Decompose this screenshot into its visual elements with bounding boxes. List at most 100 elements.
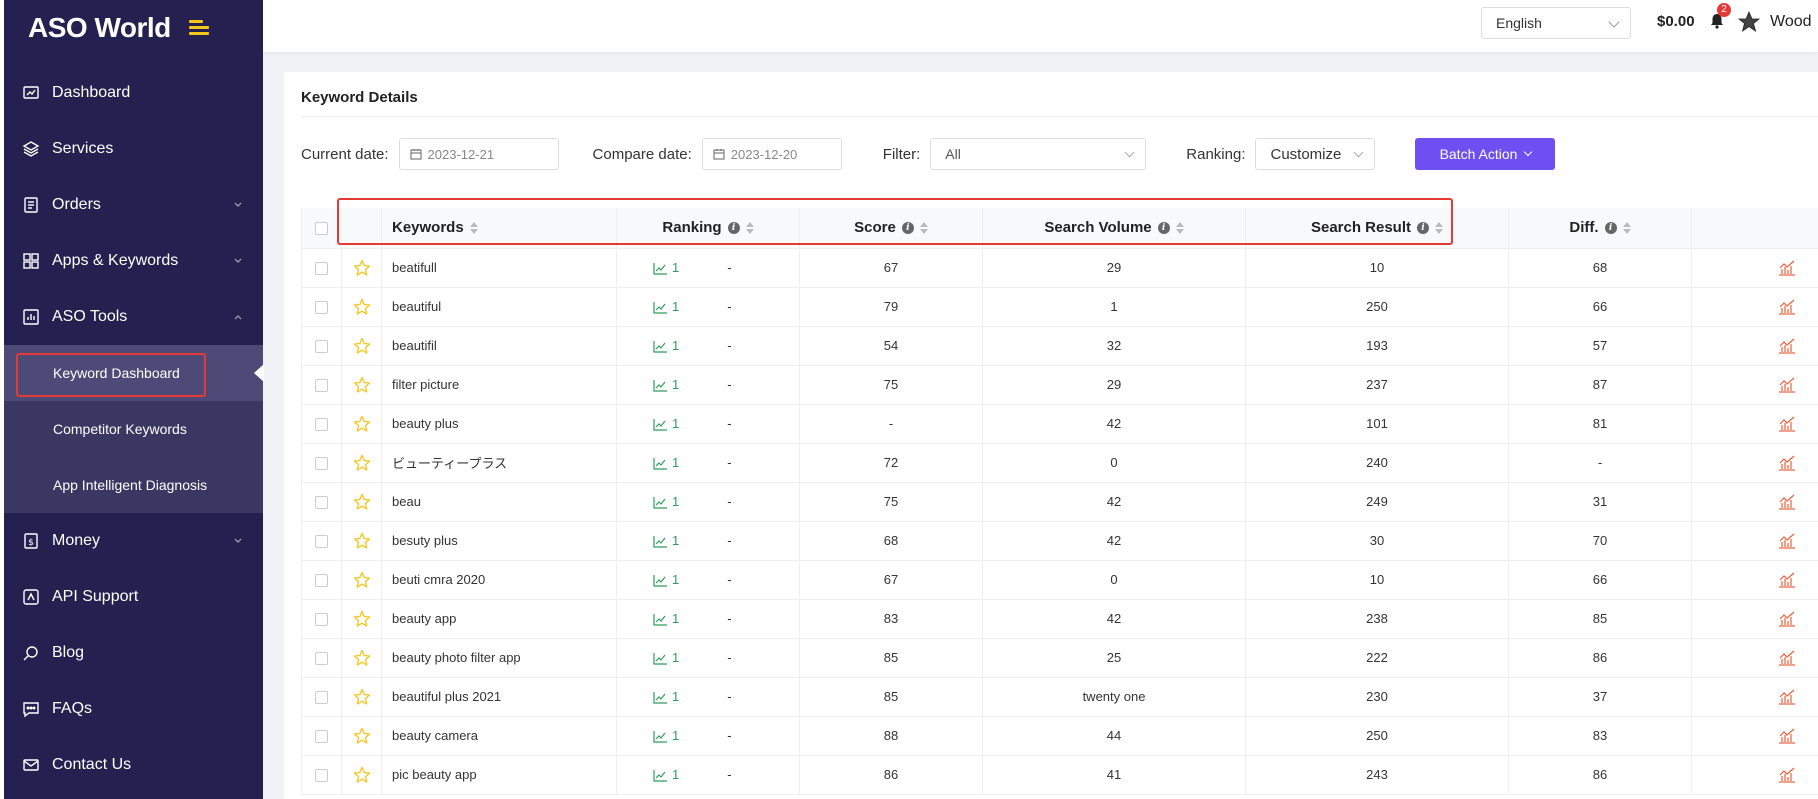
row-checkbox[interactable]	[315, 535, 328, 549]
sort-icon[interactable]	[469, 221, 478, 234]
star-icon[interactable]	[353, 415, 371, 432]
row-checkbox[interactable]	[315, 379, 328, 393]
col-ranking[interactable]: Ranking i	[616, 208, 800, 249]
sort-icon[interactable]	[1175, 221, 1184, 234]
star-icon[interactable]	[353, 727, 371, 744]
rank-chart-icon[interactable]	[653, 572, 672, 587]
trend-chart-icon[interactable]	[1778, 688, 1796, 705]
row-checkbox[interactable]	[315, 496, 328, 510]
star-icon[interactable]	[353, 571, 371, 588]
sidebar-item-contact-us[interactable]: Contact Us	[4, 737, 263, 793]
username[interactable]: Wood	[1770, 13, 1812, 31]
sidebar-item-faqs[interactable]: FAQs	[4, 681, 263, 737]
star-icon[interactable]	[353, 376, 371, 393]
sidebar-item-blog[interactable]: Blog	[4, 625, 263, 681]
info-icon[interactable]: i	[1157, 221, 1170, 234]
sidebar-item-dashboard[interactable]: Dashboard	[4, 65, 263, 121]
rank-chart-icon[interactable]	[653, 260, 672, 275]
sort-icon[interactable]	[919, 221, 928, 234]
star-icon[interactable]	[353, 259, 371, 276]
rank-chart-icon[interactable]	[653, 767, 672, 782]
trend-chart-icon[interactable]	[1778, 571, 1796, 588]
row-select-cell	[301, 365, 342, 405]
col-search-result[interactable]: Search Result i	[1245, 208, 1509, 249]
col-keywords[interactable]: Keywords	[381, 208, 617, 249]
info-icon[interactable]: i	[901, 221, 914, 234]
rank-chart-icon[interactable]	[653, 728, 672, 743]
sort-icon[interactable]	[1435, 221, 1444, 234]
star-icon[interactable]	[353, 532, 371, 549]
star-icon[interactable]	[353, 649, 371, 666]
score-cell: 67	[799, 248, 983, 288]
sort-icon[interactable]	[745, 221, 754, 234]
rank-chart-icon[interactable]	[653, 377, 672, 392]
keyword-cell: beauty plus	[381, 404, 617, 444]
rank-chart-icon[interactable]	[653, 494, 672, 509]
row-checkbox[interactable]	[315, 691, 328, 705]
current-date-picker[interactable]: 2023-12-21	[398, 138, 559, 170]
col-diff[interactable]: Diff. i	[1508, 208, 1692, 249]
sidebar-item-orders[interactable]: Orders	[4, 177, 263, 233]
trend-chart-icon[interactable]	[1778, 298, 1796, 315]
star-icon[interactable]	[353, 493, 371, 510]
filter-select[interactable]: All	[930, 138, 1147, 170]
star-icon[interactable]	[353, 766, 371, 783]
row-checkbox[interactable]	[315, 457, 328, 471]
info-icon[interactable]: i	[1604, 221, 1617, 234]
rank-chart-icon[interactable]	[653, 611, 672, 626]
batch-action-button[interactable]: Batch Action	[1415, 138, 1556, 170]
row-checkbox[interactable]	[315, 262, 328, 276]
star-icon[interactable]	[353, 688, 371, 705]
sidebar-item-apps-keywords[interactable]: Apps & Keywords	[4, 233, 263, 289]
star-icon[interactable]	[353, 298, 371, 315]
trend-chart-icon[interactable]	[1778, 610, 1796, 627]
ranking-select[interactable]: Customize	[1255, 138, 1376, 170]
row-checkbox[interactable]	[315, 652, 328, 666]
row-checkbox[interactable]	[315, 340, 328, 354]
sort-icon[interactable]	[1622, 221, 1631, 234]
sidebar-subitem-competitor-keywords[interactable]: Competitor Keywords	[4, 401, 263, 457]
rank-chart-icon[interactable]	[653, 455, 672, 470]
row-checkbox[interactable]	[315, 769, 328, 783]
sidebar-item-aso-tools[interactable]: ASO Tools	[4, 289, 263, 345]
rank-chart-icon[interactable]	[653, 650, 672, 665]
language-select[interactable]: English	[1481, 7, 1631, 39]
search-result-cell: 222	[1245, 638, 1509, 678]
trend-chart-icon[interactable]	[1778, 376, 1796, 393]
sidebar-subitem-app-intelligent-diagnosis[interactable]: App Intelligent Diagnosis	[4, 457, 263, 513]
trend-chart-icon[interactable]	[1778, 649, 1796, 666]
sidebar-item-services[interactable]: Services	[4, 121, 263, 177]
row-checkbox[interactable]	[315, 301, 328, 315]
row-checkbox[interactable]	[315, 574, 328, 588]
info-icon[interactable]: i	[1417, 221, 1430, 234]
rank-chart-icon[interactable]	[653, 338, 672, 353]
compare-date-picker[interactable]: 2023-12-20	[701, 138, 842, 170]
rank-chart-icon[interactable]	[653, 533, 672, 548]
trend-chart-icon[interactable]	[1778, 415, 1796, 432]
select-all-checkbox[interactable]	[315, 221, 328, 235]
sidebar-subitem-keyword-dashboard[interactable]: Keyword Dashboard	[4, 345, 263, 401]
trend-chart-icon[interactable]	[1778, 727, 1796, 744]
trend-chart-icon[interactable]	[1778, 493, 1796, 510]
trend-chart-icon[interactable]	[1778, 766, 1796, 783]
menu-toggle-icon[interactable]	[188, 20, 209, 36]
rank-chart-icon[interactable]	[653, 689, 672, 704]
col-search-volume[interactable]: Search Volume i	[982, 208, 1246, 249]
star-icon[interactable]	[353, 454, 371, 471]
row-checkbox[interactable]	[315, 730, 328, 744]
trend-chart-icon[interactable]	[1778, 259, 1796, 276]
col-score[interactable]: Score i	[799, 208, 983, 249]
avatar[interactable]	[1737, 10, 1761, 34]
trend-chart-icon[interactable]	[1778, 454, 1796, 471]
star-icon[interactable]	[353, 337, 371, 354]
sidebar-item-api-support[interactable]: API Support	[4, 569, 263, 625]
star-icon[interactable]	[353, 610, 371, 627]
sidebar-item-money[interactable]: $ Money	[4, 513, 263, 569]
rank-chart-icon[interactable]	[653, 299, 672, 314]
row-checkbox[interactable]	[315, 418, 328, 432]
row-checkbox[interactable]	[315, 613, 328, 627]
trend-chart-icon[interactable]	[1778, 532, 1796, 549]
trend-chart-icon[interactable]	[1778, 337, 1796, 354]
info-icon[interactable]: i	[727, 221, 740, 234]
rank-chart-icon[interactable]	[653, 416, 672, 431]
